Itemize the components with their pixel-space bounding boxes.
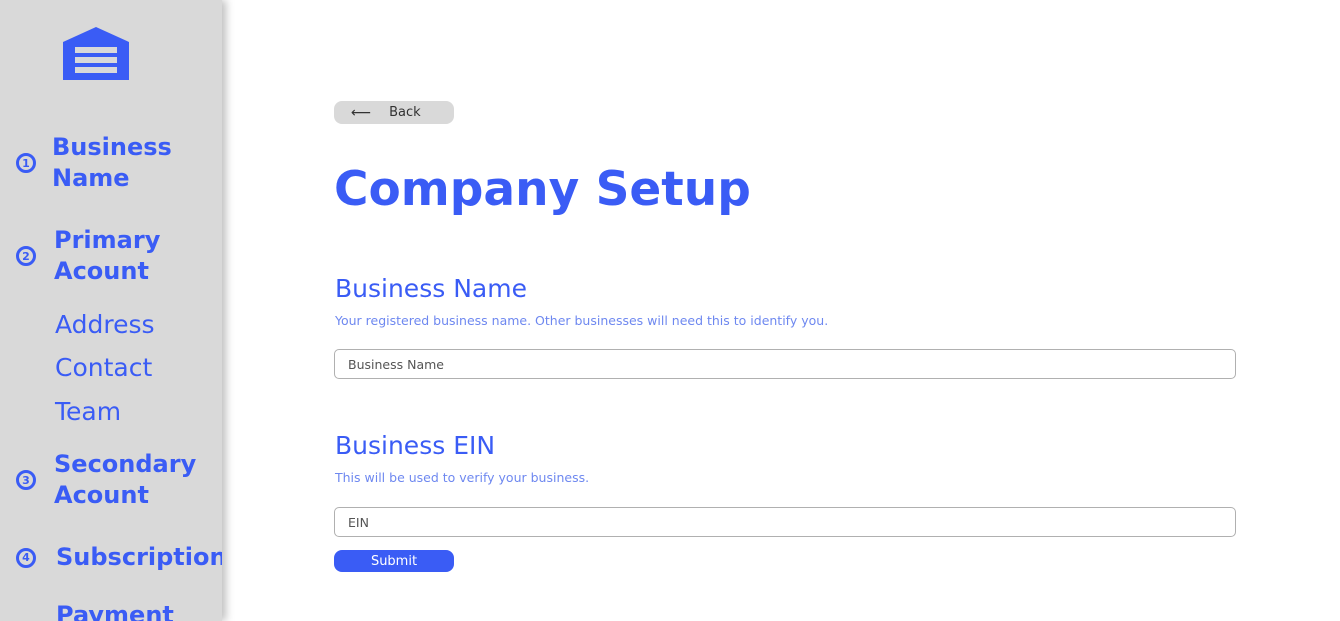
business-ein-description: This will be used to verify your busines…	[335, 470, 590, 485]
back-button[interactable]: ⟵ Back	[334, 101, 454, 124]
sidebar: 1 Business Name 2 Primary Acount Address…	[0, 0, 222, 621]
business-name-input[interactable]	[334, 349, 1236, 379]
sidebar-step-secondary-account[interactable]: 3 Secondary Acount	[16, 449, 196, 511]
sidebar-subitem-contact[interactable]: Contact	[55, 353, 152, 383]
business-name-description: Your registered business name. Other bus…	[335, 313, 829, 328]
step-number-badge: 3	[16, 470, 36, 490]
arrow-left-icon: ⟵	[351, 104, 372, 121]
step-number-badge: 1	[16, 153, 36, 173]
back-button-label: Back	[389, 105, 421, 120]
sidebar-step-primary-account[interactable]: 2 Primary Acount	[16, 225, 160, 287]
sidebar-step-payment[interactable]: 5 Payment	[16, 600, 174, 621]
sidebar-step-label: Subscription	[56, 543, 222, 571]
step-number-badge: 4	[16, 547, 36, 568]
sidebar-step-label: Business Name	[52, 133, 172, 192]
sidebar-step-label: Primary Acount	[54, 226, 161, 285]
sidebar-step-label: Secondary Acount	[54, 450, 197, 509]
submit-button[interactable]: Submit	[334, 550, 454, 572]
sidebar-step-label: Payment	[56, 601, 174, 621]
business-name-heading: Business Name	[335, 274, 527, 303]
sidebar-subitem-team[interactable]: Team	[55, 397, 121, 427]
business-ein-heading: Business EIN	[335, 431, 496, 460]
page-title: Company Setup	[334, 162, 751, 217]
sidebar-step-business-name[interactable]: 1 Business Name	[16, 132, 172, 194]
sidebar-subitem-address[interactable]: Address	[55, 310, 155, 340]
ein-input[interactable]	[334, 507, 1236, 537]
step-number-badge: 2	[16, 246, 36, 266]
warehouse-icon	[63, 27, 129, 80]
sidebar-step-subscription[interactable]: 4 Subscription	[16, 542, 222, 573]
